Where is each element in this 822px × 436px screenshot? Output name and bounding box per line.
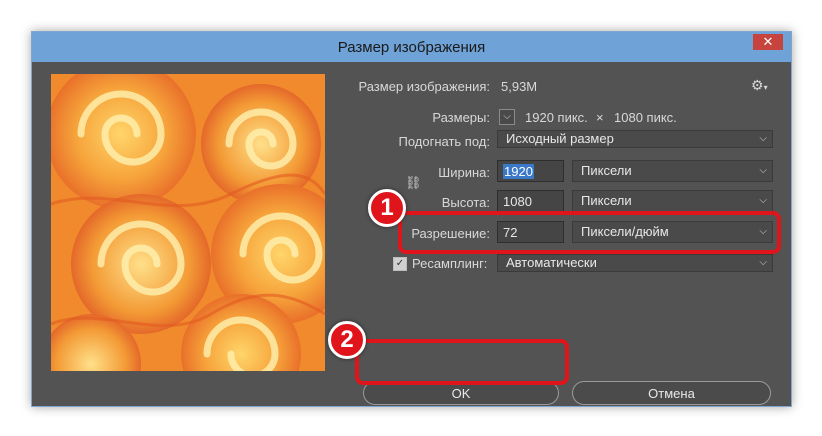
dimensions-height: 1080 пикс. [614,110,677,125]
resample-value: Автоматически [506,255,597,270]
width-unit-value: Пиксели [581,163,632,178]
gear-icon[interactable]: ⚙▾ [751,77,768,94]
resample-checkbox[interactable]: ✓ [393,257,407,271]
width-unit-select[interactable]: Пиксели ⌵ [572,160,773,182]
close-button[interactable]: ✕ [753,34,783,50]
dimensions-separator: × [596,110,604,125]
swirl-image [51,74,325,371]
dimensions-width: 1920 пикс. [525,110,588,125]
fit-to-select[interactable]: Исходный размер ⌵ [497,130,773,148]
width-input[interactable]: 1920 [497,160,564,182]
height-label: Высота: [441,195,490,210]
dialog-title: Размер изображения [337,39,486,56]
chevron-down-icon: ⌵ [759,165,767,176]
resample-label: Ресамплинг: [412,256,488,271]
resample-select[interactable]: Автоматически ⌵ [497,254,773,272]
width-label: Ширина: [438,165,490,180]
height-unit-select[interactable]: Пиксели ⌵ [572,190,773,212]
fit-to-value: Исходный размер [506,131,614,146]
chevron-down-icon: ⌵ [759,257,767,268]
marker-2-badge: 2 [328,321,366,359]
image-size-label: Размер изображения: [358,79,490,94]
image-preview [51,74,325,371]
height-unit-value: Пиксели [581,193,632,208]
dimensions-dropdown-icon[interactable]: ⌵ [499,109,515,125]
image-size-value: 5,93М [501,79,538,94]
chevron-down-icon: ⌵ [759,133,767,144]
resolution-highlight [398,211,781,254]
width-value: 1920 [503,164,534,179]
height-input[interactable]: 1080 [497,190,564,212]
marker-1-badge: 1 [368,189,406,227]
ok-highlight [355,339,569,385]
fit-to-label: Подогнать под: [398,134,491,149]
dimensions-label: Размеры: [432,110,490,125]
title-bar: Размер изображения ✕ [32,32,791,62]
chevron-down-icon: ⌵ [759,195,767,206]
cancel-button[interactable]: Отмена [572,381,771,405]
